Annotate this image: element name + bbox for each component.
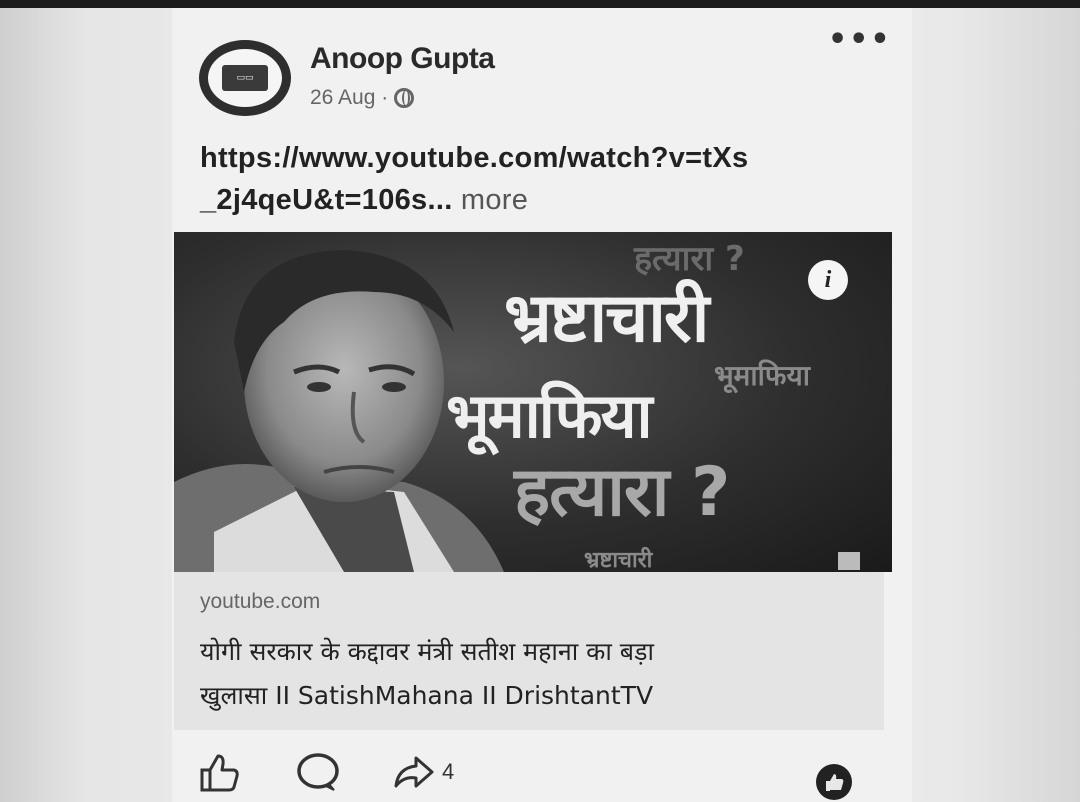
link-title-line-1: योगी सरकार के कद्दावर मंत्री सतीश महाना … bbox=[200, 637, 654, 666]
see-more-link[interactable]: more bbox=[461, 184, 528, 216]
globe-icon bbox=[394, 88, 415, 108]
post-link-line-1[interactable]: https://www.youtube.com/watch?v=tXs bbox=[200, 137, 905, 179]
like-button[interactable] bbox=[198, 752, 240, 792]
link-domain: youtube.com bbox=[200, 590, 321, 613]
comment-icon bbox=[297, 753, 339, 791]
channel-watermark-icon bbox=[838, 552, 860, 570]
link-title[interactable]: योगी सरकार के कद्दावर मंत्री सतीश महाना … bbox=[200, 630, 860, 718]
author-avatar[interactable]: ▭▭ bbox=[199, 40, 291, 116]
post-meta: 26 Aug · bbox=[310, 86, 415, 110]
author-name[interactable]: Anoop Gupta bbox=[310, 42, 495, 76]
ghost-text-3: भ्रष्टाचारी bbox=[584, 548, 653, 572]
ghost-text-2: भूमाफिया bbox=[714, 359, 811, 392]
post-link-line-2[interactable]: _2j4qeU&t=106s bbox=[200, 184, 427, 216]
reaction-avatar[interactable] bbox=[816, 764, 852, 800]
like-reaction-icon bbox=[826, 774, 844, 791]
post-date[interactable]: 26 Aug · bbox=[310, 86, 388, 110]
thumbs-up-icon bbox=[200, 754, 239, 792]
info-icon[interactable]: i bbox=[808, 260, 848, 300]
share-count: 4 bbox=[442, 759, 455, 784]
video-thumbnail[interactable]: हत्यारा ? भूमाफिया भ्रष्टाचारी भ्रष्टाचा… bbox=[174, 232, 892, 572]
top-edge-bar bbox=[0, 0, 1080, 8]
post-actions: 4 bbox=[198, 750, 454, 794]
post-text: https://www.youtube.com/watch?v=tXs _2j4… bbox=[200, 137, 905, 221]
link-title-line-2: खुलासा II SatishMahana II DrishtantTV bbox=[200, 681, 654, 710]
share-button[interactable]: 4 bbox=[392, 752, 454, 792]
headline-murderer: हत्यारा ? bbox=[514, 453, 730, 532]
post-text-ellipsis: ... bbox=[427, 184, 453, 216]
comment-button[interactable] bbox=[296, 752, 340, 792]
headline-corrupt: भ्रष्टाचारी bbox=[504, 279, 709, 358]
more-options-button[interactable]: ••• bbox=[828, 25, 892, 55]
post-link-line-2-row: _2j4qeU&t=106s... more bbox=[200, 179, 905, 221]
avatar-logo-image: ▭▭ bbox=[222, 65, 268, 91]
share-icon bbox=[394, 756, 434, 788]
